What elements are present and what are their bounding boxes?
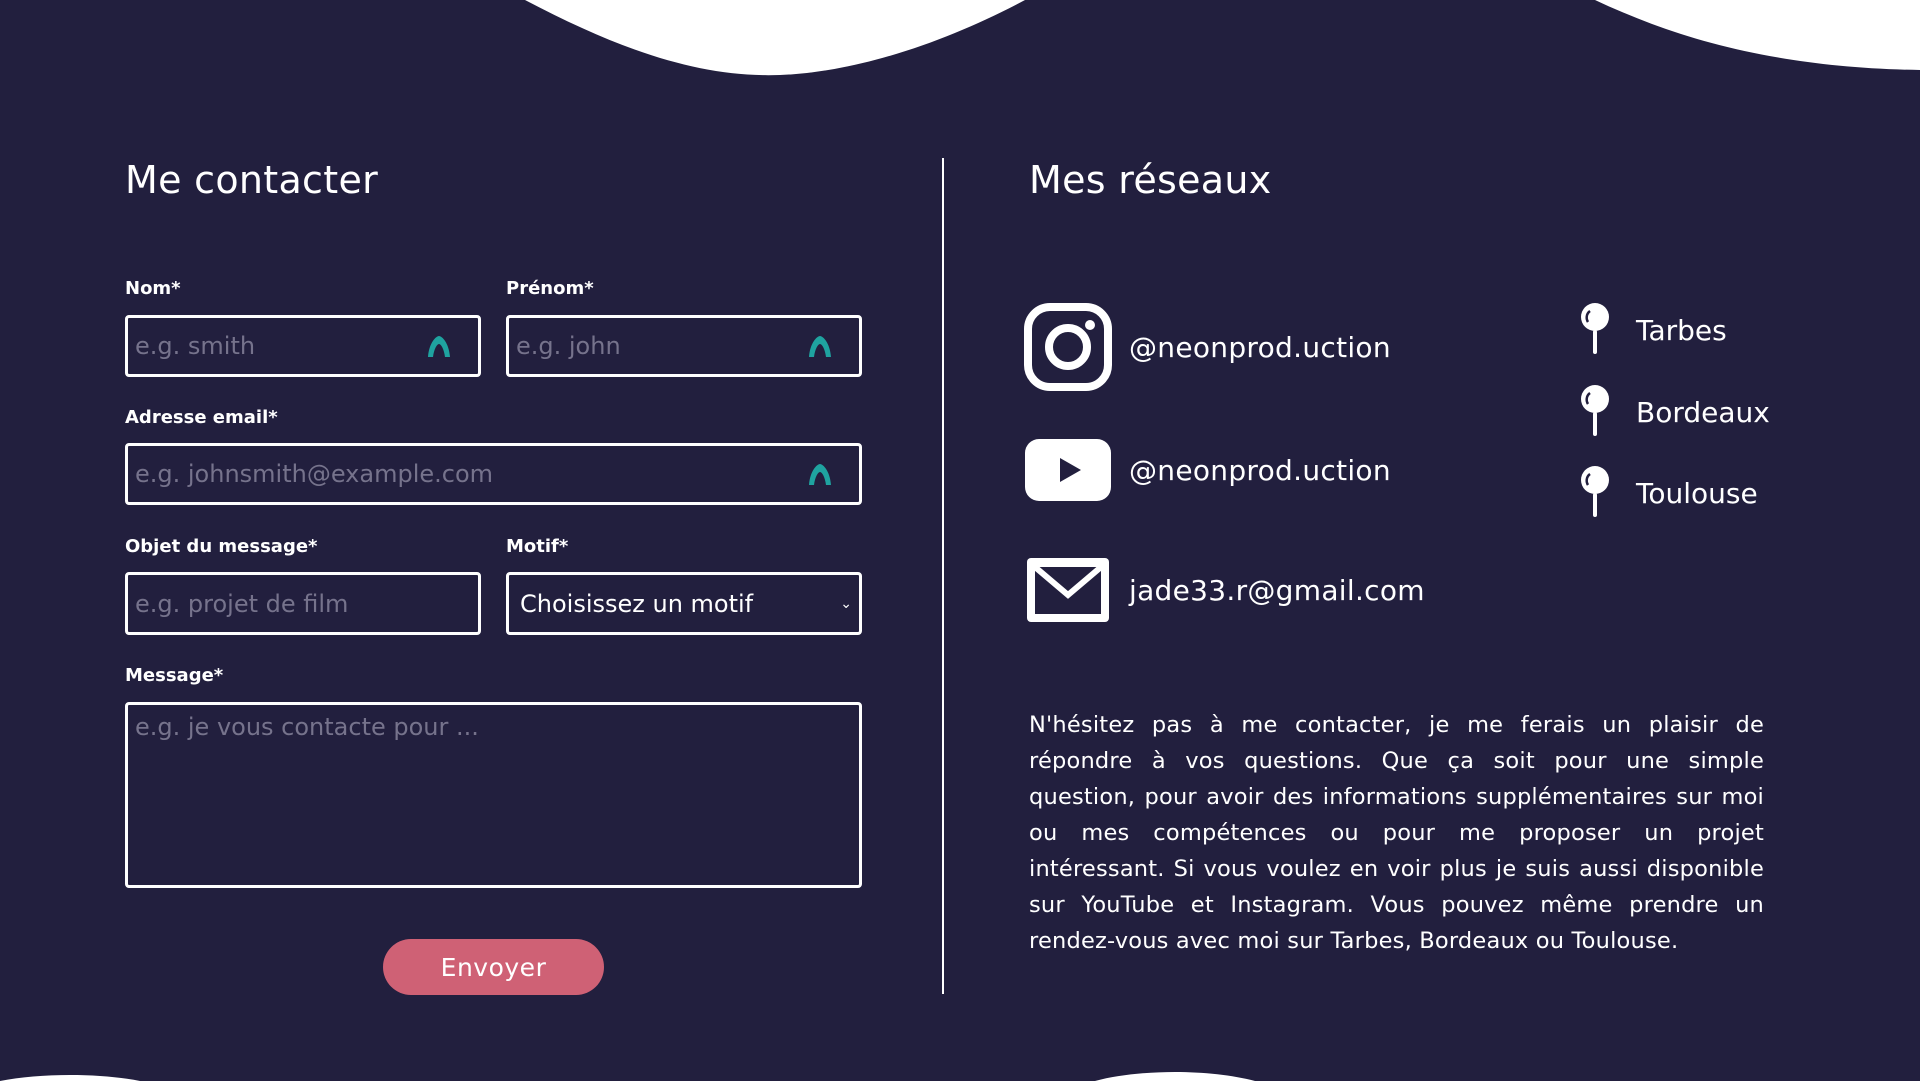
pin-icon [1581,385,1609,436]
instagram-handle: @neonprod.uction [1129,330,1391,364]
mail-icon [1027,558,1109,622]
networks-title: Mes réseaux [1029,158,1272,202]
pin-icon [1581,466,1609,517]
nom-label: Nom* [125,278,181,299]
youtube-icon [1025,439,1111,501]
prenom-placeholder: e.g. john [516,332,621,360]
email-label: Adresse email* [125,407,278,428]
contact-title: Me contacter [125,158,379,202]
nom-placeholder: e.g. smith [135,332,256,360]
email-address: jade33.r@gmail.com [1129,573,1425,607]
contact-description: N'hésitez pas à me contacter, je me fera… [1029,712,1764,954]
objet-placeholder: e.g. projet de film [135,589,349,618]
location-tarbes: Tarbes [1577,302,1727,358]
youtube-handle: @neonprod.uction [1129,453,1391,487]
location-name: Bordeaux [1636,395,1770,429]
location-bordeaux: Bordeaux [1577,384,1770,440]
networks-section: Mes réseaux @neonprod.uction @neonprod.u… [1024,150,1770,1000]
motif-selected-value: Choisissez un motif [520,589,754,618]
location-toulouse: Toulouse [1577,465,1758,521]
column-divider [942,158,944,994]
input-status-icon [809,464,831,485]
prenom-label: Prénom* [506,278,594,299]
message-label: Message* [125,665,224,686]
message-textarea[interactable]: e.g. je vous contacte pour ... [125,702,862,888]
nom-input[interactable]: e.g. smith [125,315,481,377]
social-email[interactable]: jade33.r@gmail.com [1023,545,1425,635]
location-name: Toulouse [1636,476,1758,510]
social-youtube[interactable]: @neonprod.uction [1023,425,1391,515]
objet-input[interactable]: e.g. projet de film [125,572,481,635]
prenom-input[interactable]: e.g. john [506,315,862,377]
social-instagram[interactable]: @neonprod.uction [1023,302,1391,392]
objet-label: Objet du message* [125,536,318,557]
bottom-wave-decoration [0,1072,1255,1081]
email-placeholder: e.g. johnsmith@example.com [135,460,494,488]
motif-label: Motif* [506,536,569,557]
input-status-icon [809,336,831,357]
input-status-icon [428,336,450,357]
top-wave-decoration [525,0,1920,76]
contact-form-section: Me contacter Nom* e.g. smith Prénom* e.g… [125,150,862,995]
chevron-down-icon: ⌄ [840,595,852,612]
pin-icon [1581,303,1609,354]
motif-select[interactable]: Choisissez un motif ⌄ [506,572,862,635]
location-name: Tarbes [1636,313,1727,347]
send-button[interactable]: Envoyer [383,939,604,995]
email-input[interactable]: e.g. johnsmith@example.com [125,443,862,505]
message-placeholder: e.g. je vous contacte pour ... [135,713,479,741]
instagram-icon [1024,303,1112,391]
